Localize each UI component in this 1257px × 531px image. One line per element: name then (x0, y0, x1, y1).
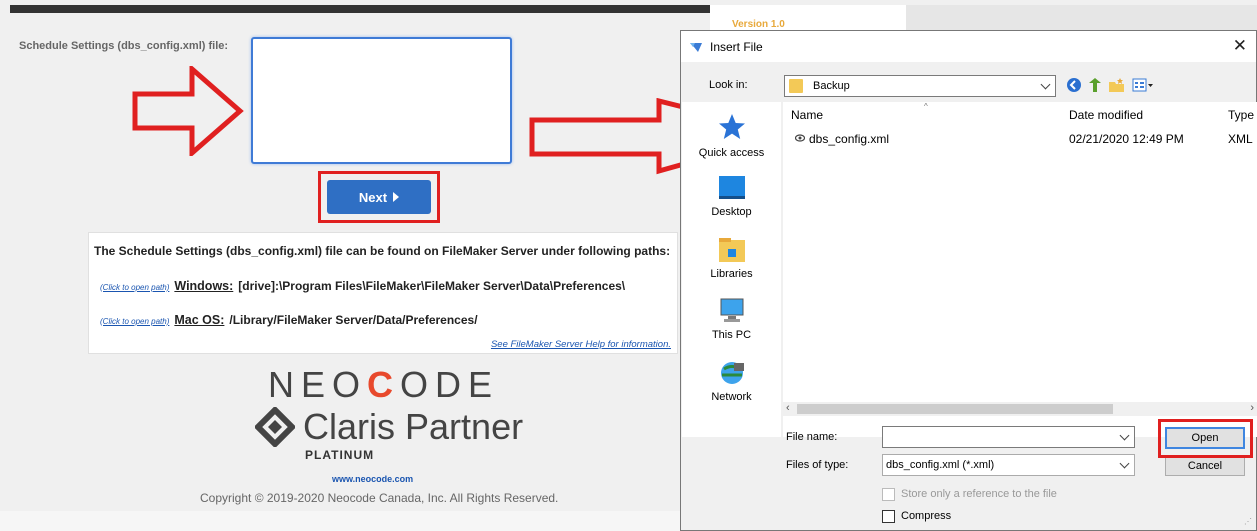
libraries-icon (718, 238, 745, 262)
partner-word: Partner (395, 406, 524, 447)
screen: Version 1.0 Schedule Settings (dbs_confi… (0, 0, 1257, 531)
scrollbar-thumb[interactable] (797, 404, 1113, 414)
resize-grip-icon[interactable]: ⋰ (1244, 517, 1252, 526)
settings-file-label: Schedule Settings (dbs_config.xml) file: (19, 40, 229, 52)
place-label: This PC (711, 329, 752, 341)
copyright-text: Copyright © 2019-2020 Neocode Canada, In… (200, 491, 559, 505)
compress-label: Compress (901, 510, 952, 522)
place-label: Desktop (711, 206, 752, 218)
settings-file-drop-area[interactable] (251, 37, 512, 164)
folder-icon (789, 79, 803, 93)
neocode-logo-part-2: ODE (400, 364, 500, 405)
dialog-title-bar: Insert File ✕ (681, 31, 1256, 62)
cancel-button[interactable]: Cancel (1165, 456, 1245, 476)
new-folder-icon[interactable] (1107, 76, 1127, 94)
file-list: ^ Name Date modified Type dbs_config.xml… (783, 102, 1257, 437)
mac-label: Mac OS: (174, 313, 225, 327)
version-label: Version 1.0 (732, 19, 785, 30)
files-of-type-dropdown[interactable]: dbs_config.xml (*.xml) (882, 454, 1135, 476)
file-name: dbs_config.xml (809, 132, 890, 146)
compress-checkbox[interactable] (882, 510, 895, 523)
place-this-pc[interactable]: This PC (682, 298, 781, 341)
computer-icon (720, 298, 743, 322)
insert-file-dialog: Insert File ✕ Look in: Backup Quick acce… (680, 30, 1257, 531)
column-header-date[interactable]: Date modified (1069, 108, 1143, 122)
files-of-type-label: Files of type: (786, 459, 849, 471)
place-network[interactable]: Network (682, 360, 781, 403)
look-in-dropdown[interactable]: Backup (784, 75, 1056, 97)
annotation-arrow-left (132, 66, 244, 156)
place-libraries[interactable]: Libraries (682, 237, 781, 280)
chevron-down-icon (1119, 458, 1130, 469)
look-in-value: Backup (813, 80, 850, 92)
desktop-icon (718, 176, 745, 199)
scroll-right-icon[interactable]: › (1250, 402, 1254, 414)
page-top-bar (10, 5, 710, 13)
open-mac-path-link[interactable]: (Click to open path) (100, 317, 169, 326)
files-of-type-value: dbs_config.xml (*.xml) (886, 459, 995, 471)
sort-ascending-icon: ^ (924, 102, 928, 111)
annotation-highlight-next (318, 171, 440, 223)
store-reference-checkbox[interactable] (882, 488, 895, 501)
file-name-input[interactable] (882, 426, 1135, 448)
website-link[interactable]: www.neocode.com (332, 474, 413, 484)
paths-info-panel: The Schedule Settings (dbs_config.xml) f… (88, 232, 678, 354)
close-icon[interactable]: ✕ (1233, 36, 1247, 56)
windows-path: [drive]:\Program Files\FileMaker\FileMak… (238, 279, 626, 293)
file-type: XML (1228, 132, 1253, 146)
file-name-label: File name: (786, 431, 838, 443)
filemaker-help-link[interactable]: See FileMaker Server Help for informatio… (491, 339, 671, 350)
neocode-logo: NEOCODE (268, 364, 499, 406)
up-folder-icon[interactable] (1086, 76, 1104, 94)
platinum-label: PLATINUM (305, 448, 375, 462)
store-reference-label: Store only a reference to the file (901, 488, 1057, 500)
dialog-title: Insert File (710, 40, 763, 54)
mac-path: /Library/FileMaker Server/Data/Preferenc… (229, 313, 478, 327)
neocode-logo-c: C (367, 364, 401, 405)
header-strip (906, 5, 1257, 31)
look-in-label: Look in: (709, 79, 748, 91)
paths-info-heading: The Schedule Settings (dbs_config.xml) f… (94, 244, 671, 258)
claris-word: Claris (303, 406, 396, 447)
chevron-down-icon (1119, 430, 1130, 441)
claris-icon (255, 407, 295, 447)
network-icon (720, 362, 744, 384)
horizontal-scrollbar[interactable]: ‹ › (783, 402, 1257, 416)
file-date: 02/21/2020 12:49 PM (1069, 132, 1184, 146)
open-windows-path-link[interactable]: (Click to open path) (100, 283, 169, 292)
windows-label: Windows: (174, 279, 234, 293)
place-quick-access[interactable]: Quick access (682, 112, 781, 159)
app-icon (690, 43, 702, 52)
places-bar: Quick access Desktop Libraries This PC N… (682, 102, 781, 437)
place-label: Quick access (698, 147, 765, 159)
back-icon[interactable] (1065, 76, 1083, 94)
scroll-left-icon[interactable]: ‹ (786, 402, 790, 414)
place-label: Libraries (710, 268, 753, 280)
page-footer-strip (0, 511, 680, 531)
place-label: Network (711, 391, 752, 403)
view-menu-icon[interactable] (1131, 76, 1155, 94)
place-desktop[interactable]: Desktop (682, 175, 781, 218)
column-header-type[interactable]: Type (1228, 108, 1254, 122)
column-header-name[interactable]: Name (791, 108, 823, 122)
cancel-button-label: Cancel (1187, 460, 1223, 472)
xml-file-icon (794, 132, 806, 146)
annotation-highlight-open (1158, 419, 1253, 458)
file-row[interactable]: dbs_config.xml 02/21/2020 12:49 PM XML (783, 130, 1257, 148)
windows-path-row: (Click to open path) Windows: [drive]:\P… (100, 279, 625, 293)
mac-path-row: (Click to open path) Mac OS: /Library/Fi… (100, 313, 478, 327)
chevron-down-icon (1040, 79, 1051, 90)
claris-partner-logo: Claris Partner (255, 406, 523, 448)
neocode-logo-part-1: NEO (268, 364, 368, 405)
star-icon (718, 114, 745, 139)
